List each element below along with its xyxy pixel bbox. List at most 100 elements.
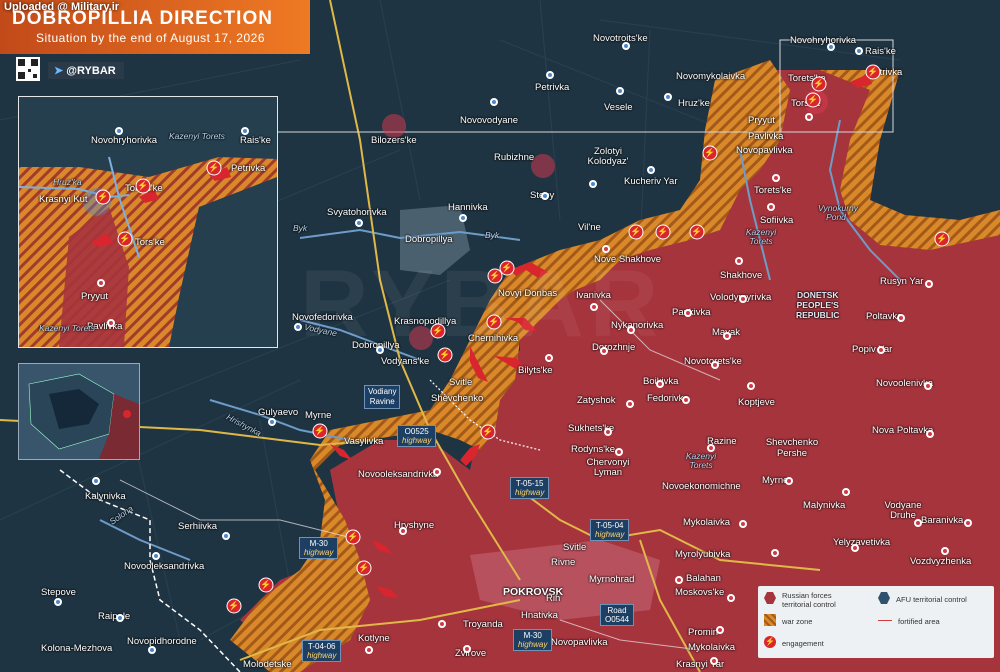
map-title: DOBROPILLIA DIRECTION	[12, 8, 273, 29]
settlement-marker	[851, 544, 859, 552]
place-label: Dorozhnje	[592, 342, 636, 353]
settlement-marker	[723, 332, 731, 340]
place-label: Serhiivka	[178, 521, 218, 532]
highway-tag: O0525 highway	[397, 425, 437, 447]
engagement-icon: ⚡	[480, 424, 496, 440]
place-label: Chernihivka	[468, 333, 519, 344]
settlement-marker	[785, 477, 793, 485]
place-label: Rivne	[551, 557, 576, 568]
place-label: Vesele	[604, 102, 633, 113]
place-label: Mykolaivka	[688, 642, 735, 653]
highway-code: O0525	[404, 427, 429, 436]
settlement-marker	[771, 549, 779, 557]
engagement-icon: ⚡	[499, 260, 515, 276]
highway-code: T-05-04	[595, 521, 624, 530]
region-line: PEOPLE'S	[796, 300, 839, 310]
place-label: Shakhove	[720, 270, 763, 281]
settlement-marker	[727, 594, 735, 602]
settlement-marker	[222, 532, 230, 540]
engagement-icon: ⚡	[206, 160, 222, 176]
engagement-icon: ⚡	[312, 423, 328, 439]
settlement-marker	[682, 396, 690, 404]
settlement-marker	[647, 166, 655, 174]
settlement-marker	[716, 626, 724, 634]
engagement-icon: ⚡	[117, 231, 133, 247]
map-subtitle: Situation by the end of August 17, 2026	[36, 31, 265, 45]
ravine-line: Vodiany	[368, 387, 397, 396]
qr-code-icon	[16, 57, 40, 81]
settlement-marker	[541, 192, 549, 200]
settlement-marker	[767, 203, 775, 211]
settlement-marker	[656, 380, 664, 388]
place-label: Novopavlivka	[736, 145, 793, 156]
settlement-marker	[589, 180, 597, 188]
settlement-marker	[805, 113, 813, 121]
settlement-marker	[924, 382, 932, 390]
place-label: Shevchenko	[431, 393, 484, 404]
settlement-marker	[602, 245, 610, 253]
place-label: Moskovs'ke	[675, 587, 725, 598]
highway-code: Road	[607, 606, 627, 615]
settlement-marker	[616, 87, 624, 95]
place-label: Sofiivka	[760, 215, 794, 226]
place-label: Svitle	[563, 542, 587, 553]
settlement-marker	[627, 326, 635, 334]
engagement-icon: ⚡	[811, 76, 827, 92]
overview-shape	[28, 373, 139, 459]
legend-fortified: fortified area	[898, 617, 940, 626]
brand-badge[interactable]: ➤ @RYBAR	[48, 62, 124, 79]
highway-type: highway	[402, 436, 432, 445]
highway-tag: T-04-06 highway	[302, 640, 342, 662]
ravine-label: Vodiany Ravine	[364, 385, 401, 409]
settlement-marker	[600, 347, 608, 355]
settlement-marker	[355, 219, 363, 227]
engagement-icon: ⚡	[934, 231, 950, 247]
place-label: Myrnohrad	[589, 574, 635, 585]
inset-place-krasnyi-kut: Krasnyi Kut	[39, 194, 88, 205]
river-label: Byk	[293, 223, 308, 233]
river-label: Byk	[485, 230, 500, 240]
region-label: DONETSK PEOPLE'S REPUBLIC	[796, 290, 839, 320]
settlement-marker	[604, 428, 612, 436]
place-label: Myrne	[305, 410, 332, 421]
place-label: Mykolaivka	[683, 517, 730, 528]
map-canvas[interactable]: RYBAR Uploaded @ Military.ir DOBROPILLIA…	[0, 0, 1000, 672]
settlement-marker	[399, 527, 407, 535]
place-label: Kucheriv Yar	[624, 176, 678, 187]
legend-swatch-fortified	[878, 620, 892, 622]
settlement-marker	[739, 520, 747, 528]
settlement-marker	[855, 47, 863, 55]
place-label: Chervonyi Lyman	[586, 457, 630, 478]
engagement-icon: ⚡	[689, 224, 705, 240]
inset-marker	[97, 279, 105, 287]
settlement-marker	[365, 646, 373, 654]
settlement-marker	[268, 418, 276, 426]
highway-code: T-04-06	[307, 642, 336, 651]
settlement-marker	[877, 346, 885, 354]
river-label: Kazenyi Torets	[745, 227, 777, 246]
highway-code: T-05-15	[515, 479, 544, 488]
engagement-icon: ⚡	[345, 529, 361, 545]
place-label: Novotroits'ke	[593, 33, 648, 44]
legend-swatch-afu	[878, 592, 890, 604]
settlement-marker	[925, 280, 933, 288]
place-label: Zolotyi Kolodyaz'	[587, 146, 629, 167]
legend-russian: Russian forces territorial control	[782, 591, 836, 609]
settlement-marker	[463, 645, 471, 653]
highway-type: highway	[304, 548, 334, 557]
place-label: Krasnopodillya	[394, 316, 457, 327]
settlement-marker	[747, 382, 755, 390]
settlement-marker	[490, 98, 498, 106]
legend-warzone: war zone	[782, 617, 813, 626]
settlement-marker	[546, 71, 554, 79]
telegram-icon: ➤	[54, 65, 67, 77]
legend-swatch-russian	[764, 592, 776, 604]
region-line: DONETSK	[796, 290, 839, 300]
settlement-marker	[626, 400, 634, 408]
place-label: Torets'ke	[754, 185, 792, 196]
settlement-marker	[739, 295, 747, 303]
inset-river-hruzka: Hruz'ka	[53, 177, 82, 187]
settlement-marker	[684, 309, 692, 317]
place-label: Vasylivka	[344, 436, 384, 447]
place-label: Svyatohorivka	[327, 207, 387, 218]
